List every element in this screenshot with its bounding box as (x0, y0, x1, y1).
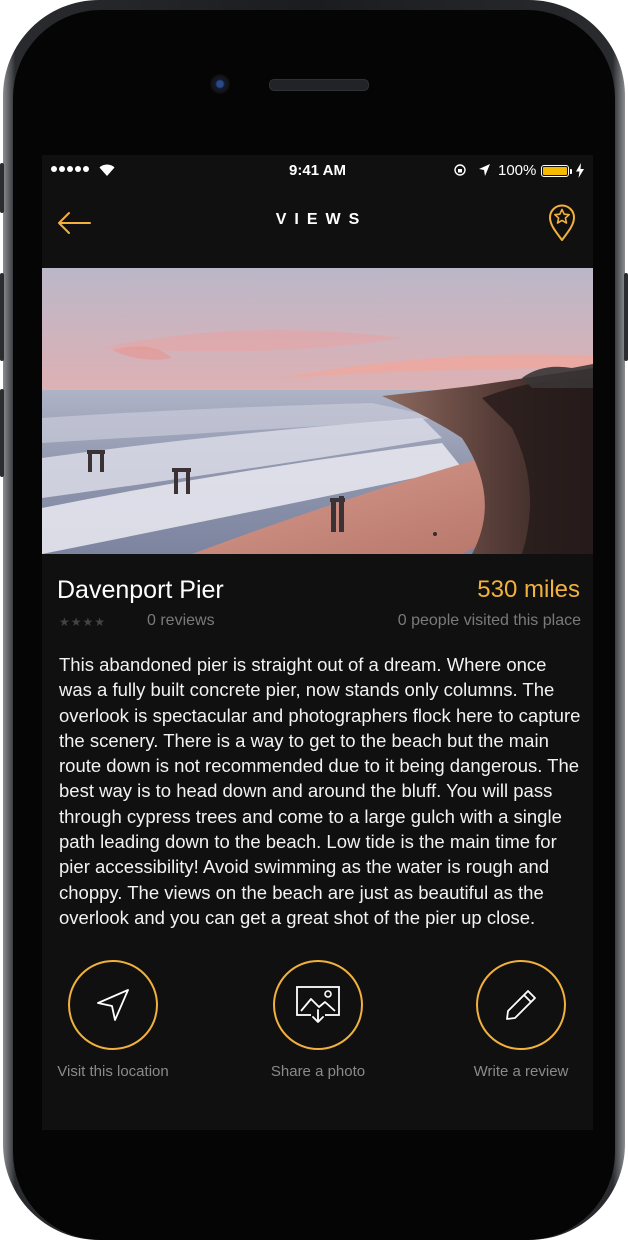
volume-button (0, 389, 4, 477)
earpiece-speaker (269, 79, 369, 91)
visit-location-circle[interactable] (68, 960, 158, 1050)
share-photo-label: Share a photo (270, 1063, 366, 1080)
visit-location-label: Visit this location (57, 1063, 169, 1080)
pencil-icon (506, 990, 536, 1020)
rating-stars-icon: ★★★★ (59, 615, 107, 629)
place-photo (42, 268, 593, 554)
battery-icon (541, 165, 569, 177)
power-button (624, 273, 628, 361)
review-count: 0 reviews (147, 612, 215, 629)
place-distance: 530 miles (477, 576, 580, 603)
photo-upload-icon (296, 986, 340, 1023)
rotation-lock-icon (454, 164, 466, 176)
nav-bar: VIEWS (42, 189, 593, 267)
front-camera (210, 74, 230, 94)
share-photo-button[interactable]: Share a photo (253, 960, 383, 1081)
place-name: Davenport Pier (57, 576, 224, 604)
page-title: VIEWS (275, 211, 368, 228)
status-bar: 9:41 AM 100% (42, 155, 593, 189)
place-description: This abandoned pier is straight out of a… (59, 654, 581, 928)
write-review-circle[interactable] (476, 960, 566, 1050)
favorite-pin-icon[interactable] (547, 203, 577, 243)
battery-percent: 100% (498, 162, 537, 179)
write-review-label: Write a review (473, 1063, 569, 1080)
visit-location-button[interactable]: Visit this location (48, 960, 178, 1081)
location-arrow-icon (479, 164, 490, 176)
volume-button (0, 163, 4, 213)
share-photo-circle[interactable] (273, 960, 363, 1050)
app-screen: 9:41 AM 100% VIEWS Davenport Pier 530 mi… (42, 155, 593, 1130)
phone-frame: 9:41 AM 100% VIEWS Davenport Pier 530 mi… (0, 0, 628, 1240)
charging-bolt-icon (576, 163, 584, 178)
write-review-button[interactable]: Write a review (456, 960, 586, 1081)
navigation-arrow-icon (97, 989, 129, 1021)
battery-nub (570, 169, 572, 174)
volume-button (0, 273, 4, 361)
visited-count: 0 people visited this place (397, 612, 581, 629)
